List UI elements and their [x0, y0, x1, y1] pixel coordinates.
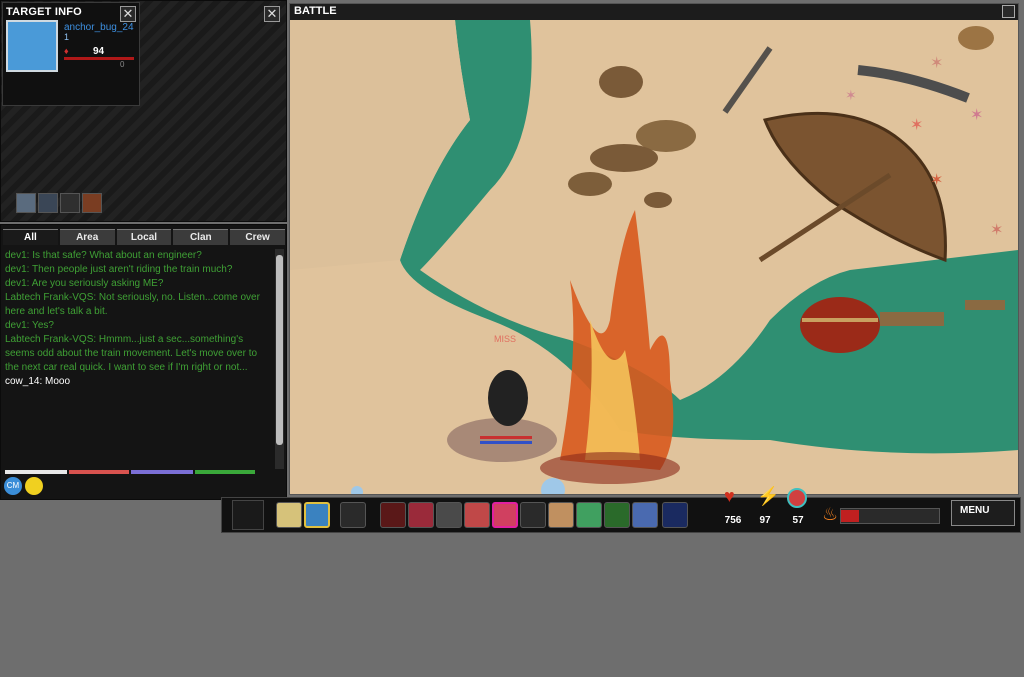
- rock: [644, 192, 672, 208]
- leaf-icon[interactable]: [232, 500, 264, 530]
- swirl-icon[interactable]: [662, 502, 688, 528]
- skill-slot-1[interactable]: [380, 502, 406, 528]
- skill-slot-7[interactable]: [548, 502, 574, 528]
- chat-log: dev1: Is that safe? What about an engine…: [5, 249, 273, 469]
- plank: [965, 300, 1005, 310]
- plank: [880, 312, 944, 326]
- target-name: anchor_bug_24: [64, 22, 134, 33]
- rock: [568, 172, 612, 196]
- skill-slot-5[interactable]: [492, 502, 518, 528]
- rock: [590, 144, 658, 172]
- battle-title: BATTLE: [294, 5, 337, 17]
- hp-icon: ♦: [64, 46, 69, 56]
- chat-tab-crew[interactable]: Crew: [230, 229, 285, 245]
- lightning-icon: ⚡: [757, 486, 780, 506]
- starfish: ✶: [930, 55, 943, 72]
- chat-tabs: All Area Local Clan Crew: [3, 229, 285, 245]
- target-info-title: TARGET INFO: [6, 6, 82, 18]
- channel-bar-purple[interactable]: [131, 470, 193, 474]
- buff-slot-4[interactable]: [82, 193, 102, 213]
- maximize-icon[interactable]: [1002, 5, 1015, 18]
- skill-slot-2[interactable]: [408, 502, 434, 528]
- starfish: ✶: [910, 117, 923, 134]
- shield-value: 57: [792, 515, 804, 526]
- rock: [958, 26, 994, 50]
- starfish: ✶: [970, 107, 983, 124]
- player-energy-bar: [480, 441, 532, 444]
- chat-tab-all[interactable]: All: [3, 229, 58, 245]
- target-small-value: 0: [120, 60, 125, 69]
- menu-label: MENU: [960, 505, 990, 516]
- chat-tab-clan[interactable]: Clan: [173, 229, 229, 245]
- channel-bar-white[interactable]: [5, 470, 67, 474]
- target-hp: 94: [93, 46, 105, 57]
- skill-slot-10[interactable]: [632, 502, 658, 528]
- book-button[interactable]: [304, 502, 330, 528]
- chat-message: dev1: Yes?: [5, 320, 54, 331]
- buff-slot-3[interactable]: [60, 193, 80, 213]
- treasure-chest[interactable]: [800, 297, 880, 353]
- player-character[interactable]: [488, 370, 528, 426]
- energy-value: 97: [759, 515, 771, 526]
- character-button[interactable]: [340, 502, 366, 528]
- rage-meter-fill: [841, 510, 859, 522]
- buff-slot-1[interactable]: [16, 193, 36, 213]
- target-level: 1: [64, 32, 70, 42]
- starfish: ✶: [845, 87, 857, 103]
- hand-icon[interactable]: [520, 502, 546, 528]
- health-value: 756: [724, 515, 742, 526]
- emote-icon[interactable]: [25, 477, 43, 495]
- target-close-icon[interactable]: ✕: [120, 6, 136, 22]
- miss-text: MISS: [494, 334, 516, 344]
- chat-tab-area[interactable]: Area: [59, 229, 115, 245]
- shield-icon: [787, 488, 807, 508]
- skill-slot-4[interactable]: [464, 502, 490, 528]
- channel-bar-red[interactable]: [69, 470, 129, 474]
- chat-message: dev1: Are you seriously asking ME?: [5, 278, 164, 289]
- flame-icon: ♨: [822, 504, 839, 524]
- chat-message: dev1: Then people just aren't riding the…: [5, 264, 233, 275]
- chat-panel: All Area Local Clan Crew dev1: Is that s…: [0, 224, 287, 500]
- battle-scene[interactable]: ✶ ✶ ✶ ✶ ✶ ✶ MISS: [290, 20, 1018, 494]
- chat-mode-icon[interactable]: CM: [4, 477, 22, 495]
- buff-slot-2[interactable]: [38, 193, 58, 213]
- check-icon[interactable]: [576, 502, 602, 528]
- scorch-mark: [540, 452, 680, 484]
- player-hp-bar: [480, 436, 532, 439]
- chat-bubble-button[interactable]: [276, 502, 302, 528]
- chat-message: Labtech Frank-VQS: Not seriously, no. Li…: [5, 292, 263, 317]
- starfish: ✶: [990, 222, 1003, 239]
- chat-message: Labtech Frank-VQS: Hmmm...just a sec...s…: [5, 334, 260, 373]
- starfish: ✶: [930, 172, 943, 189]
- target-portrait[interactable]: [6, 20, 58, 72]
- chat-scroll-thumb[interactable]: [276, 255, 283, 445]
- eye-icon[interactable]: [604, 502, 630, 528]
- skill-slot-3[interactable]: [436, 502, 462, 528]
- chat-message: cow_14: Mooo: [5, 376, 71, 387]
- panel-close-icon[interactable]: ✕: [264, 6, 280, 22]
- chat-message: dev1: Is that safe? What about an engine…: [5, 250, 202, 261]
- chat-tab-local[interactable]: Local: [116, 229, 172, 245]
- channel-bar-green[interactable]: [195, 470, 255, 474]
- scene-svg: ✶ ✶ ✶ ✶ ✶ ✶ MISS: [290, 20, 1018, 494]
- menu-button[interactable]: MENU: [951, 500, 1015, 526]
- heart-icon: ♥: [724, 486, 735, 506]
- rock: [599, 66, 643, 98]
